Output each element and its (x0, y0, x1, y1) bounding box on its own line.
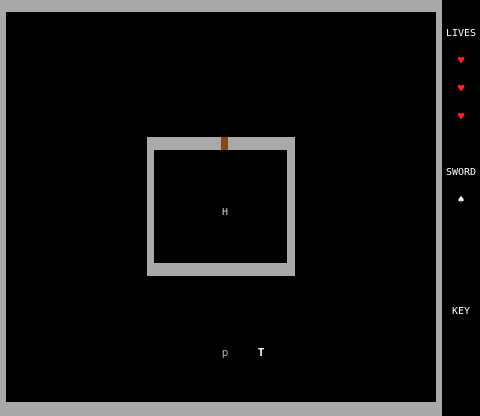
heart-icon: ♥ (457, 110, 465, 123)
room-door[interactable] (221, 137, 228, 150)
playfield[interactable]: H p T (0, 0, 442, 416)
room-wall-left (147, 137, 154, 276)
game-screen[interactable]: H p T LIVES ♥ ♥ ♥ SWORD ♠ KEY (0, 0, 480, 416)
lives-label: LIVES (445, 28, 477, 39)
status-sidebar: LIVES ♥ ♥ ♥ SWORD ♠ KEY (442, 0, 480, 416)
treasure-item[interactable]: T (254, 347, 268, 358)
player-character: p (221, 346, 229, 359)
outer-wall-bottom (0, 402, 442, 416)
room-wall-right (287, 137, 295, 276)
room-wall-bottom (147, 263, 295, 276)
key-label: KEY (451, 306, 471, 317)
heart-icon: ♥ (457, 82, 465, 95)
outer-wall-left (0, 0, 6, 416)
sword-label: SWORD (445, 167, 477, 178)
sword-icon: ♠ (457, 193, 465, 206)
heart-icon: ♥ (457, 54, 465, 67)
hole-tile: H (221, 207, 229, 218)
outer-wall-top (0, 0, 442, 12)
